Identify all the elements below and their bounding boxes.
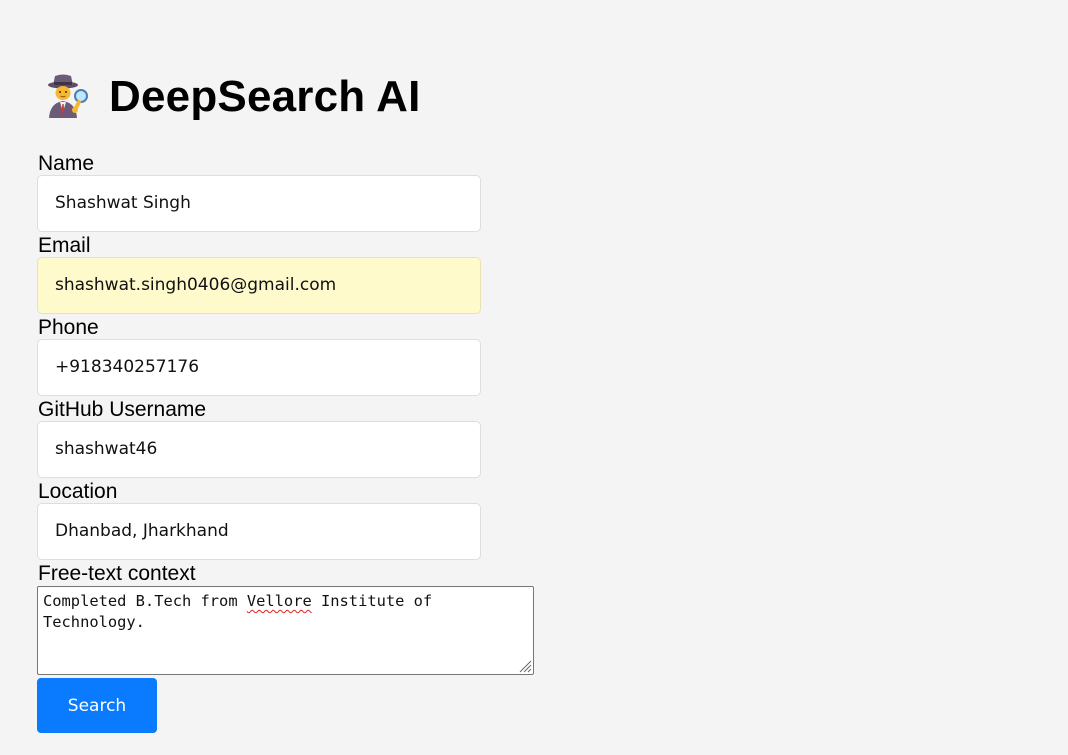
name-input[interactable]: Shashwat Singh [37,175,481,232]
location-field-group: Location Dhanbad, Jharkhand [37,480,537,560]
context-field-group: Free-text context Completed B.Tech from … [37,562,537,675]
resize-handle-icon[interactable] [516,657,532,673]
github-username-label: GitHub Username [38,398,207,421]
name-field-group: Name Shashwat Singh [37,152,537,232]
context-textarea[interactable]: Completed B.Tech from Vellore Institute … [37,586,534,675]
context-label: Free-text context [38,562,196,585]
page-title: DeepSearch AI [109,72,421,121]
misspelled-word: Vellore [246,592,312,610]
name-label: Name [38,152,95,175]
location-input[interactable]: Dhanbad, Jharkhand [37,503,481,560]
email-label: Email [38,234,91,257]
search-button[interactable]: Search [37,678,157,733]
header: DeepSearch AI [37,70,537,124]
github-username-input[interactable]: shashwat46 [37,421,481,478]
email-field-group: Email shashwat.singh0406@gmail.com [37,234,537,314]
detective-icon [44,72,90,122]
email-input[interactable]: shashwat.singh0406@gmail.com [37,257,481,314]
location-label: Location [38,480,118,503]
phone-label: Phone [38,316,99,339]
phone-input[interactable]: +918340257176 [37,339,481,396]
context-text: Completed B.Tech from Vellore Institute … [43,591,513,633]
context-text-part: Completed B.Tech from [43,592,247,610]
phone-field-group: Phone +918340257176 [37,316,537,396]
github-field-group: GitHub Username shashwat46 [37,398,537,478]
app-container: DeepSearch AI Name Shashwat Singh Email … [37,70,537,733]
